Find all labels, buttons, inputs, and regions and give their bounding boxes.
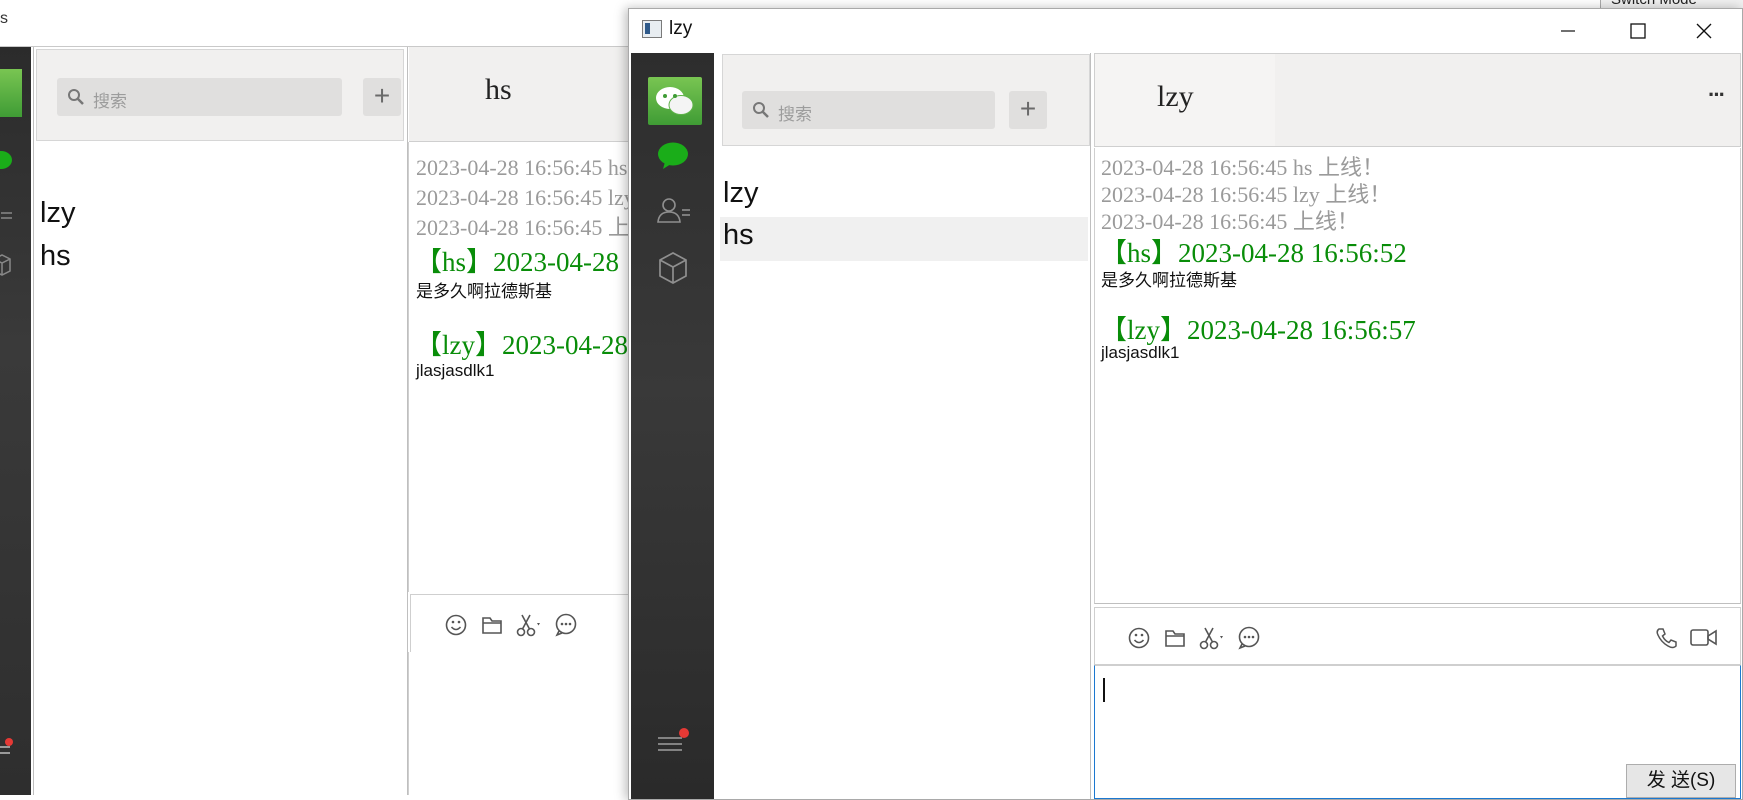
search-icon [68,89,84,105]
cube-icon[interactable] [656,250,690,286]
contact-item-lzy[interactable]: lzy [720,175,1088,219]
title-bar: lzy [629,9,1742,52]
contact-list [719,53,1091,799]
message-body: 是多久啊拉德斯基 [416,282,552,301]
send-button[interactable]: 发 送(S) [1626,764,1736,798]
bg-contact-list [33,47,408,795]
message-body: jlasjasdlk1 [1101,343,1180,362]
maximize-icon [1630,22,1646,39]
more-options-button[interactable]: ··· [1708,82,1726,108]
text-caret [1103,678,1105,702]
system-message: 2023-04-28 16:56:45 hs 上线！ [416,155,629,180]
bg-chat-header: hs [409,47,639,142]
switch-mode-label: Switch Mode [1611,0,1697,8]
bg-message-area: 2023-04-28 16:56:45 hs 上线！ 2023-04-28 16… [408,142,629,592]
folder-icon[interactable] [481,615,503,635]
contact-item-hs[interactable]: hs [720,217,1088,261]
bg-sidebar [0,47,31,795]
phone-icon[interactable] [1654,626,1678,650]
minimize-icon [1561,29,1575,32]
contact-name: lzy [723,177,759,209]
search-input[interactable]: 搜索 [742,91,995,129]
scissors-icon[interactable] [1199,626,1227,650]
video-icon[interactable] [1690,627,1718,649]
system-message: 2023-04-28 16:56:45 lzy 上线！ [416,185,629,210]
menu-icon[interactable] [656,726,692,756]
message-sender: 【hs】2023-04-28 16:56:52 [415,247,629,277]
message-sender: 【lzy】2023-04-28 16:56:57 [415,330,629,360]
bg-menu-icon[interactable] [0,733,24,763]
search-placeholder: 搜索 [93,92,127,111]
window-title: lzy [669,18,693,39]
bg-chat-title: hs [485,73,512,106]
bg-window-title: s [0,10,8,27]
message-input[interactable]: 发 送(S) [1094,665,1741,799]
message-sender: 【lzy】2023-04-28 16:56:57 [1100,315,1416,345]
chat-history-icon[interactable] [554,613,578,637]
composer-toolbar [1094,607,1741,665]
bg-chat-icon[interactable] [0,151,12,169]
bg-search-input[interactable]: 搜索 [57,78,342,116]
maximize-button[interactable] [1603,9,1673,52]
emoji-icon[interactable] [445,613,467,637]
message-body: jlasjasdlk1 [416,361,495,380]
bg-contact-item[interactable]: lzy [40,197,75,230]
bg-toolbar [410,594,630,654]
bg-add-button[interactable]: + [363,78,401,116]
emoji-icon[interactable] [1128,626,1150,650]
search-placeholder: 搜索 [778,105,812,124]
message-body: 是多久啊拉德斯基 [1101,271,1237,290]
avatar[interactable] [648,77,702,125]
contacts-icon[interactable] [656,196,692,226]
message-sender: 【hs】2023-04-28 16:56:52 [1100,238,1407,268]
search-icon [753,102,769,118]
chat-window: lzy 搜索 + lzy hs lzy ··· 2023-04-28 16:56… [628,8,1743,800]
bg-box-icon[interactable] [0,252,12,278]
add-contact-button[interactable]: + [1009,91,1047,129]
bg-search-area: 搜索 + [36,49,404,141]
chat-title: lzy [1157,80,1194,113]
sidebar [631,53,714,799]
bg-contact-item[interactable]: hs [40,240,71,273]
search-area: 搜索 + [722,54,1090,146]
wechat-logo-icon [656,87,694,115]
contact-name: hs [723,219,754,251]
close-button[interactable] [1669,9,1739,52]
chat-history-icon[interactable] [1237,626,1261,650]
chat-icon[interactable] [656,141,690,171]
bg-message-input[interactable] [408,652,629,795]
folder-icon[interactable] [1164,628,1186,648]
chat-header: lzy ··· [1094,53,1741,147]
bg-logo-icon[interactable] [0,69,22,117]
system-message: 2023-04-28 16:56:45 上线！ [416,215,629,240]
app-icon [642,20,662,38]
minimize-button[interactable] [1533,9,1603,52]
close-icon [1696,23,1712,38]
scissors-icon[interactable] [516,613,544,637]
bg-contacts-icon[interactable] [0,207,14,227]
switch-mode-button[interactable]: Switch Mode [1600,0,1743,8]
message-area: 2023-04-28 16:56:45 hs 上线！ 2023-04-28 16… [1094,148,1741,604]
